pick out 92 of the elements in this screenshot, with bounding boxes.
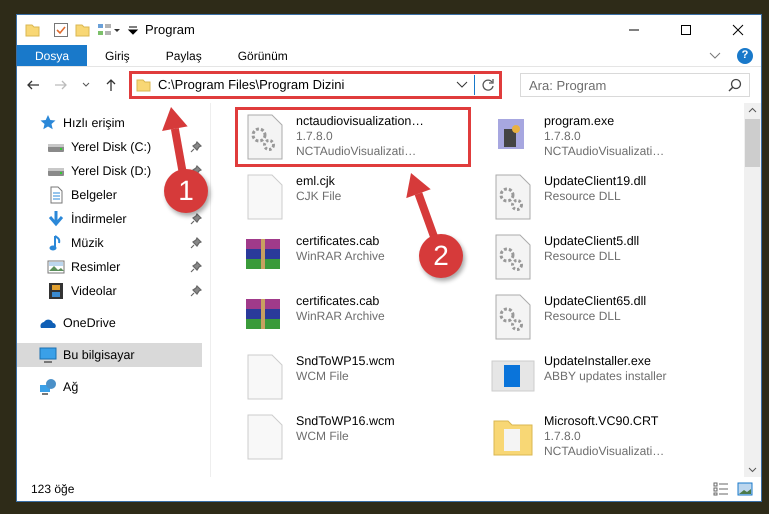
- file-name: certificates.cab: [296, 293, 380, 309]
- sidebar-item[interactable]: OneDrive: [17, 311, 122, 335]
- close-icon: [732, 24, 744, 36]
- film-icon: [47, 282, 65, 300]
- view-options-icon[interactable]: [97, 22, 121, 38]
- file-item[interactable]: Microsoft.VC90.CRT 1.7.8.0 NCTAudioVisualizati…: [483, 407, 672, 467]
- file-detail: WinRAR Archive: [296, 309, 385, 324]
- ribbon-tab[interactable]: Görünüm: [220, 45, 306, 66]
- annotation-arrow: [406, 173, 438, 239]
- file-name: nctaudiovisualization…: [296, 113, 424, 129]
- forward-icon: [54, 78, 68, 92]
- file-item[interactable]: certificates.cab WinRAR Archive: [235, 227, 392, 287]
- picture-icon: [47, 258, 65, 276]
- file-item[interactable]: SndToWP15.wcm WCM File: [235, 347, 402, 407]
- file-detail: WCM File: [296, 369, 350, 384]
- file-name: eml.cjk: [296, 173, 336, 189]
- sidebar-item[interactable]: Videolar: [17, 279, 123, 303]
- file-item[interactable]: nctaudiovisualization… 1.7.8.0 NCTAudioVisualizati…: [235, 107, 471, 167]
- properties-icon[interactable]: [53, 22, 69, 38]
- file-detail: ABBY updates installer: [544, 369, 667, 384]
- sidebar-item[interactable]: Ağ: [17, 375, 84, 399]
- file-detail: 1.7.8.0: [544, 429, 582, 444]
- file-item[interactable]: UpdateInstaller.exe ABBY updates installer: [483, 347, 674, 407]
- sidebar-item[interactable]: Resimler: [17, 255, 126, 279]
- file-detail: Resource DLL: [544, 189, 622, 204]
- pin-icon: [190, 261, 202, 273]
- file-detail: 1.7.8.0: [544, 129, 582, 144]
- file-item[interactable]: SndToWP16.wcm WCM File: [235, 407, 402, 467]
- pin-icon: [190, 141, 202, 153]
- refresh-icon[interactable]: [481, 78, 495, 92]
- file-item[interactable]: eml.cjk CJK File: [235, 167, 348, 227]
- file-detail: WinRAR Archive: [296, 249, 385, 264]
- address-bar[interactable]: C:\Program Files\Program Dizini: [129, 71, 502, 99]
- details-view-icon[interactable]: [713, 482, 729, 496]
- file-item[interactable]: UpdateClient19.dll Resource DLL: [483, 167, 654, 227]
- file-name: Microsoft.VC90.CRT: [544, 413, 660, 429]
- annotation-arrow: [162, 107, 188, 172]
- star-icon: [39, 114, 57, 132]
- back-icon: [26, 78, 40, 92]
- ribbon-tab[interactable]: Giriş: [87, 45, 148, 66]
- file-detail: 1.7.8.0: [296, 129, 334, 144]
- sidebar-item[interactable]: Belgeler: [17, 183, 123, 207]
- computer-icon: [39, 346, 57, 364]
- window-title: Program: [145, 21, 195, 40]
- file-detail: Resource DLL: [544, 249, 622, 264]
- scroll-down-icon[interactable]: [748, 467, 757, 473]
- file-name: SndToWP15.wcm: [296, 353, 395, 369]
- ribbon-tab[interactable]: Dosya: [17, 45, 88, 66]
- file-detail: CJK File: [296, 189, 342, 204]
- search-field[interactable]: Ara: Program: [520, 73, 750, 97]
- item-count: 123 öğe: [31, 481, 76, 498]
- file-item[interactable]: certificates.cab WinRAR Archive: [235, 287, 392, 347]
- pin-icon: [190, 237, 202, 249]
- step-number-badge: 1: [164, 169, 208, 213]
- folder-icon: [136, 77, 152, 93]
- file-item[interactable]: UpdateClient5.dll Resource DLL: [483, 227, 646, 287]
- dropdown-icon[interactable]: [456, 81, 468, 89]
- file-name: certificates.cab: [296, 233, 380, 249]
- sidebar-item[interactable]: Yerel Disk (C:): [17, 135, 158, 159]
- file-name: UpdateClient19.dll: [544, 173, 646, 189]
- pin-icon: [190, 285, 202, 297]
- sidebar-item[interactable]: Müzik: [17, 231, 110, 255]
- help-button[interactable]: ?: [737, 48, 753, 64]
- file-name: UpdateInstaller.exe: [544, 353, 652, 369]
- up-icon: [104, 78, 118, 92]
- expand-ribbon-icon[interactable]: [709, 52, 721, 60]
- file-name: program.exe: [544, 113, 616, 129]
- file-detail: NCTAudioVisualizati…: [296, 144, 418, 159]
- sidebar-item[interactable]: Yerel Disk (D:): [17, 159, 158, 183]
- file-name: SndToWP16.wcm: [296, 413, 395, 429]
- network-icon: [39, 378, 57, 396]
- file-name: UpdateClient65.dll: [544, 293, 646, 309]
- search-icon: [728, 78, 742, 92]
- address-path: C:\Program Files\Program Dizini: [158, 76, 346, 94]
- file-detail: Resource DLL: [544, 309, 622, 324]
- sidebar-item[interactable]: İndirmeler: [17, 207, 133, 231]
- sidebar-item[interactable]: Bu bilgisayar: [17, 343, 202, 367]
- pin-icon: [190, 213, 202, 225]
- sidebar-item[interactable]: Hızlı erişim: [17, 111, 131, 135]
- maximize-icon: [680, 24, 692, 36]
- scroll-up-icon[interactable]: [748, 107, 757, 113]
- file-detail: WCM File: [296, 429, 350, 444]
- scrollbar-thumb[interactable]: [745, 119, 760, 167]
- file-name: UpdateClient5.dll: [544, 233, 640, 249]
- file-item[interactable]: program.exe 1.7.8.0 NCTAudioVisualizati…: [483, 107, 672, 167]
- file-detail: NCTAudioVisualizati…: [544, 444, 664, 459]
- file-item[interactable]: UpdateClient65.dll Resource DLL: [483, 287, 654, 347]
- step-number-badge: 2: [419, 234, 463, 278]
- file-detail: NCTAudioVisualizati…: [544, 144, 664, 159]
- download-arrow-icon: [47, 210, 65, 228]
- ribbon-tab[interactable]: Paylaş: [148, 45, 220, 66]
- large-icons-view-icon[interactable]: [737, 482, 753, 496]
